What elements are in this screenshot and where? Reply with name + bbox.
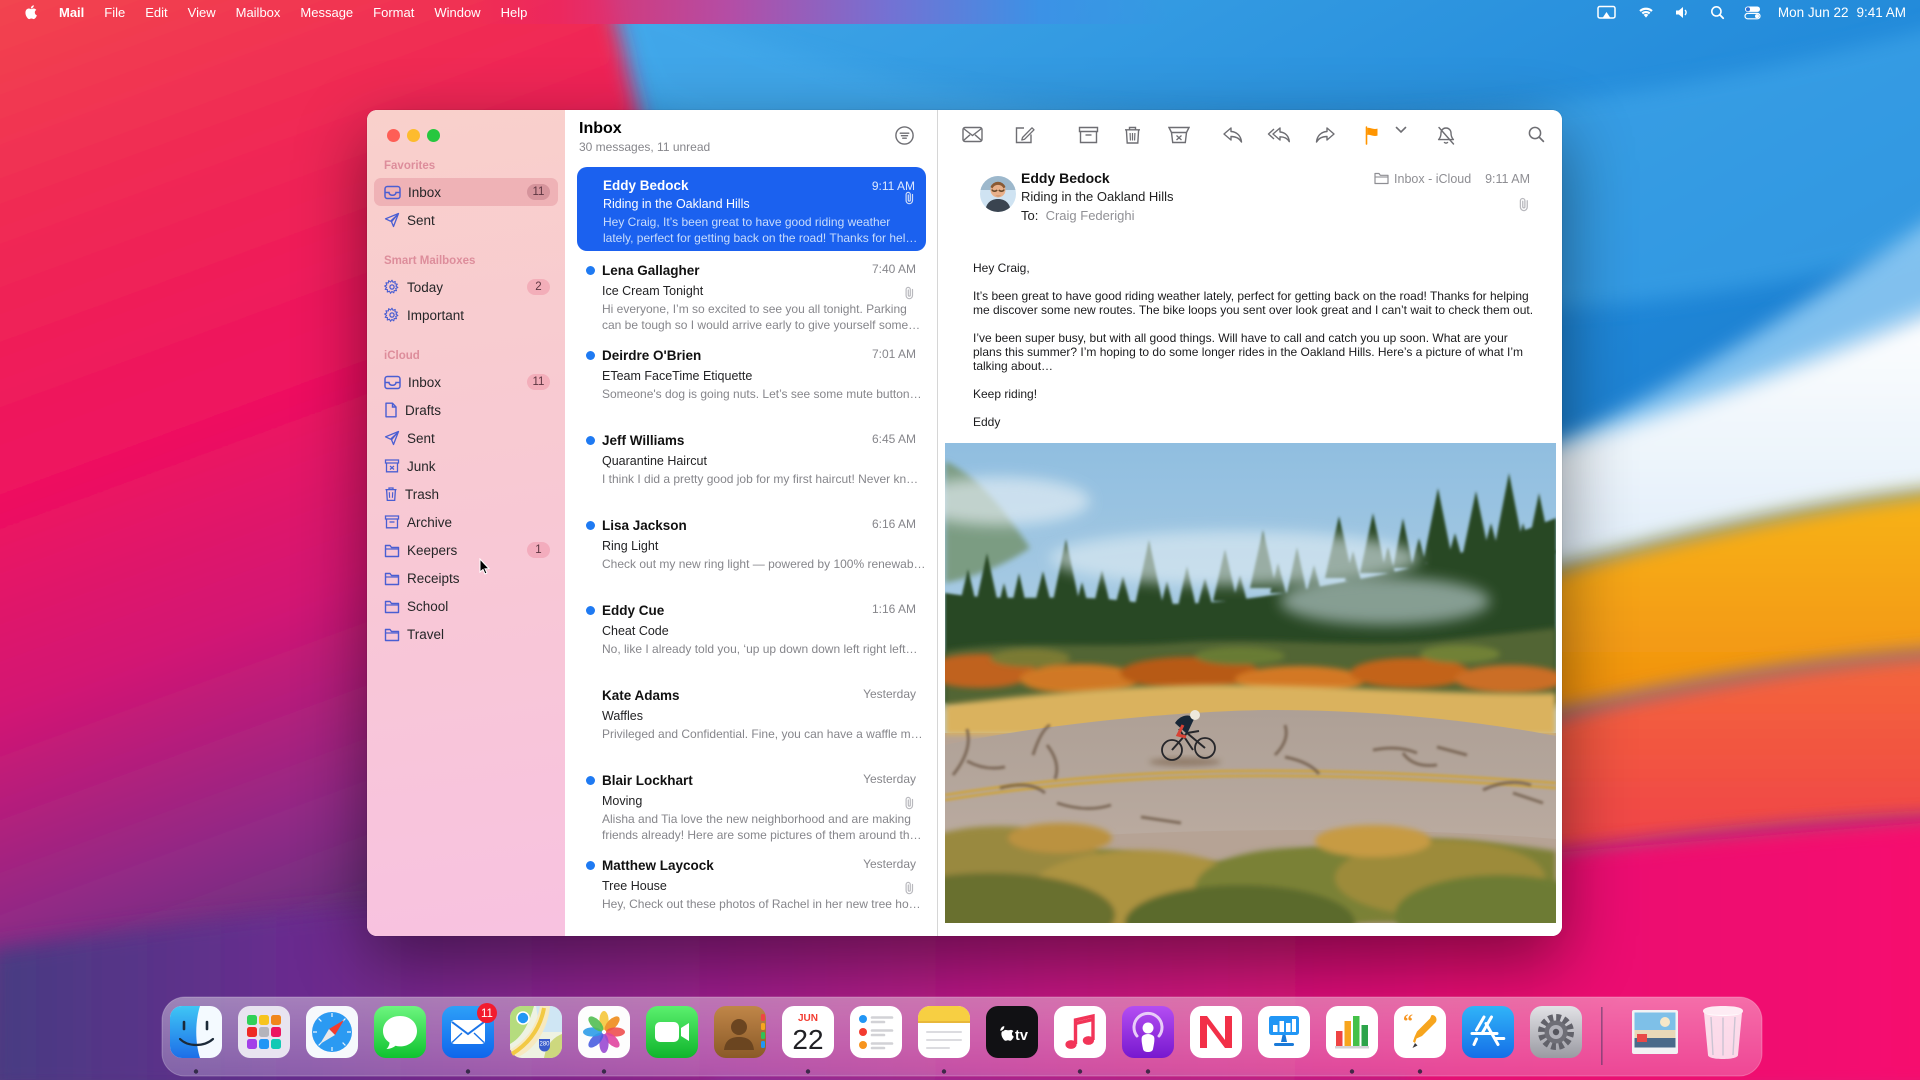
svg-text:11: 11 bbox=[481, 1008, 493, 1020]
svg-text:tv: tv bbox=[1015, 1028, 1028, 1044]
svg-text:JUN: JUN bbox=[798, 1013, 818, 1024]
svg-text:22: 22 bbox=[792, 1024, 823, 1055]
svg-text:“: “ bbox=[1403, 1011, 1413, 1033]
svg-text:280: 280 bbox=[539, 1042, 550, 1048]
